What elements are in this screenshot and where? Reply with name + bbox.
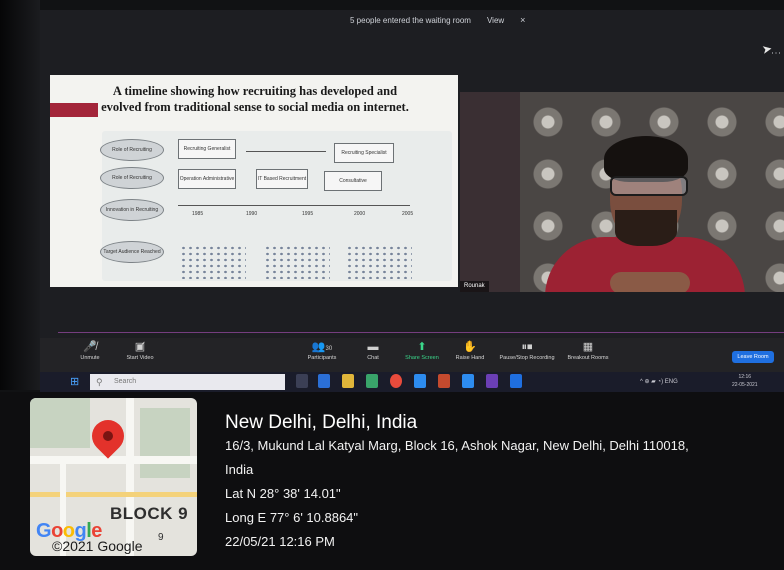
participant-hands	[610, 272, 690, 292]
address-line-2: India	[225, 462, 254, 477]
audience-dots	[180, 245, 246, 279]
longitude: Long E 77° 6' 10.8864"	[225, 510, 359, 525]
slide-title-line-1: A timeline showing how recruiting has de…	[112, 84, 398, 98]
raise-hand-button[interactable]: ✋ Raise Hand	[450, 340, 490, 361]
address-line-1: 16/3, Mukund Lal Katyal Marg, Block 16, …	[225, 438, 689, 453]
system-tray[interactable]: ^ ⊕ ▰ ◔) ENG	[640, 374, 678, 390]
map-block	[140, 408, 190, 478]
map-road	[30, 456, 197, 464]
participants-icon: 👥30	[311, 341, 333, 353]
breakout-icon: ▦	[582, 341, 594, 353]
participant-video[interactable]: Rounak	[460, 92, 784, 292]
taskbar-app-icon[interactable]	[486, 374, 498, 388]
row-label: Target Audience Reached	[100, 241, 164, 263]
zoom-icon[interactable]	[462, 374, 474, 388]
clock-time: 12:16	[738, 374, 752, 380]
timeline-box: Recruiting Generalist	[178, 139, 236, 159]
file-explorer-icon[interactable]	[342, 374, 354, 388]
record-label: Pause/Stop Recording	[499, 355, 555, 361]
taskbar-clock[interactable]: 12:16 22-05-2021	[732, 373, 758, 389]
slide-title-line-2: evolved from traditional sense to social…	[101, 100, 409, 114]
timeline-box: Operation Administrative	[178, 169, 236, 189]
audience-dots	[346, 245, 412, 279]
share-screen-icon: ⬆	[417, 341, 427, 353]
map-road	[126, 398, 134, 556]
map-copyright: ©2021 Google	[52, 538, 143, 554]
clock-date: 22-05-2021	[732, 382, 758, 388]
start-video-label: Start Video	[126, 355, 154, 361]
taskbar-app-icon[interactable]	[366, 374, 378, 388]
participant-beard	[615, 210, 677, 246]
map-block-number: 9	[158, 532, 164, 543]
timeline-axis	[178, 205, 410, 212]
task-view-icon[interactable]	[296, 374, 308, 388]
waiting-room-text: 5 people entered the waiting room	[350, 15, 471, 25]
row-label: Role of Recruiting	[100, 167, 164, 189]
year-label: 1995	[302, 211, 314, 217]
language-indicator: ENG	[664, 379, 678, 385]
audience-dots	[264, 245, 330, 279]
leave-room-button[interactable]: Leave Room	[732, 351, 774, 363]
participants-label: Participants	[307, 355, 337, 361]
unmute-button[interactable]: 🎤̸ Unmute	[70, 340, 110, 361]
unmute-label: Unmute	[80, 355, 100, 361]
year-label: 1990	[246, 211, 258, 217]
year-label: 2000	[354, 211, 366, 217]
participant-name: Rounak	[460, 281, 489, 292]
breakout-label: Breakout Rooms	[567, 355, 609, 361]
breakout-rooms-button[interactable]: ▦ Breakout Rooms	[562, 340, 614, 361]
shared-slide: A timeline showing how recruiting has de…	[50, 75, 458, 287]
waiting-room-notice: 5 people entered the waiting room View ×	[350, 10, 560, 30]
meeting-divider	[58, 332, 784, 333]
map-major-road	[30, 492, 197, 497]
participants-count: 30	[325, 346, 333, 352]
taskbar-app-icon[interactable]	[318, 374, 330, 388]
start-video-button[interactable]: ▣̸ Start Video	[118, 340, 162, 361]
powerpoint-icon[interactable]	[438, 374, 450, 388]
close-notice-button[interactable]: ×	[520, 15, 525, 25]
slide-title: A timeline showing how recruiting has de…	[60, 83, 450, 115]
chat-label: Chat	[367, 355, 379, 361]
chat-icon: ▬	[367, 341, 379, 353]
timeline-arrow	[246, 151, 326, 158]
year-label: 1985	[192, 211, 204, 217]
monitor-bezel	[0, 0, 40, 390]
record-button[interactable]: ⏸⏹ Pause/Stop Recording	[496, 340, 558, 361]
share-screen-button[interactable]: ⬆ Share Screen	[400, 340, 444, 361]
participants-button[interactable]: 👥30 Participants	[298, 340, 346, 361]
row-label: Role of Recruiting	[100, 139, 164, 161]
taskbar-search-input[interactable]: Search	[90, 374, 285, 390]
mic-muted-icon: 🎤̸	[83, 341, 97, 353]
taskbar-app-icon[interactable]	[510, 374, 522, 388]
map-block-label: BLOCK 9	[110, 504, 189, 523]
record-icon: ⏸⏹	[521, 341, 533, 353]
meeting-toolbar: 🎤̸ Unmute ▣̸ Start Video 👥30 Participant…	[40, 338, 784, 372]
timeline-box: Recruiting Specialist	[334, 143, 394, 163]
timeline-box: Consultative	[324, 171, 382, 191]
capture-datetime: 22/05/21 12:16 PM	[225, 534, 335, 549]
chat-button[interactable]: ▬ Chat	[358, 340, 388, 361]
map-block	[30, 398, 90, 448]
taskbar-app-icon[interactable]	[414, 374, 426, 388]
video-background-shadow	[460, 92, 520, 292]
timeline-box: IT Based Recruitment	[256, 169, 308, 189]
raise-hand-label: Raise Hand	[455, 355, 485, 361]
year-label: 2005	[402, 211, 414, 217]
view-waiting-room-link[interactable]: View	[487, 16, 504, 25]
video-off-icon: ▣̸	[134, 341, 146, 353]
share-screen-label: Share Screen	[405, 355, 439, 361]
chrome-icon[interactable]	[390, 374, 402, 388]
more-options-icon[interactable]: ⋮	[770, 48, 781, 58]
windows-start-icon[interactable]: ⊞	[70, 375, 79, 388]
participant-glasses	[610, 176, 688, 196]
row-label: Innovation in Recruiting	[100, 199, 164, 221]
location-map: BLOCK 9 9 Google ©2021 Google	[30, 398, 197, 556]
latitude: Lat N 28° 38' 14.01"	[225, 486, 341, 501]
search-icon: ⚲	[96, 377, 103, 387]
raise-hand-icon: ✋	[463, 341, 477, 353]
map-pin-center	[103, 431, 113, 441]
location-title: New Delhi, Delhi, India	[225, 412, 418, 433]
